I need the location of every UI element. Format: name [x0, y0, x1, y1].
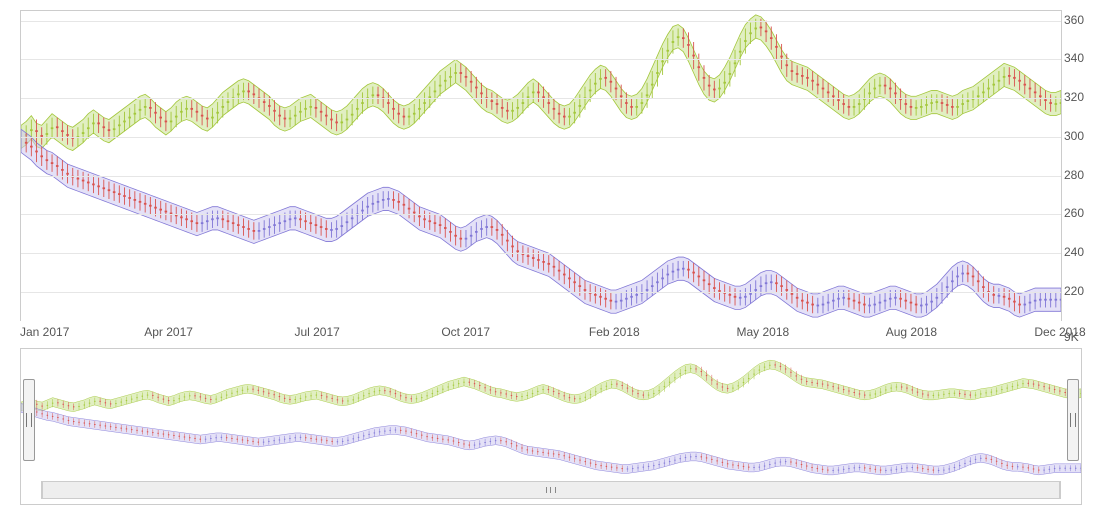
y-tick-label: 340 — [1064, 51, 1096, 65]
overview-y-tick: 9K — [1064, 330, 1079, 344]
y-tick-label: 360 — [1064, 13, 1096, 27]
x-tick-label: May 2018 — [736, 325, 789, 339]
overview-plot[interactable] — [20, 348, 1082, 505]
range-handle-left[interactable] — [23, 379, 35, 461]
overview-scrollbar-track[interactable] — [41, 481, 1061, 499]
x-tick-label: Jul 2017 — [294, 325, 339, 339]
x-tick-label: Aug 2018 — [886, 325, 937, 339]
y-tick-label: 220 — [1064, 284, 1096, 298]
main-plot[interactable] — [20, 10, 1062, 321]
y-tick-label: 280 — [1064, 168, 1096, 182]
overview-scrollbar-thumb[interactable] — [42, 482, 1060, 498]
x-tick-label: Apr 2017 — [144, 325, 193, 339]
x-tick-label: Oct 2017 — [441, 325, 490, 339]
main-plot-canvas — [21, 11, 1061, 321]
x-tick-label: Jan 2017 — [20, 325, 69, 339]
x-axis: Jan 2017 Apr 2017 Jul 2017 Oct 2017 Feb 2018… — [20, 325, 1080, 343]
range-handle-right[interactable] — [1067, 379, 1079, 461]
y-tick-label: 300 — [1064, 129, 1096, 143]
y-tick-label: 260 — [1064, 206, 1096, 220]
x-tick-label: Feb 2018 — [589, 325, 640, 339]
y-tick-label: 320 — [1064, 90, 1096, 104]
stock-chart: 220 240 260 280 300 320 340 360 Jan 2017 Apr 201… — [0, 0, 1100, 520]
y-tick-label: 240 — [1064, 245, 1096, 259]
